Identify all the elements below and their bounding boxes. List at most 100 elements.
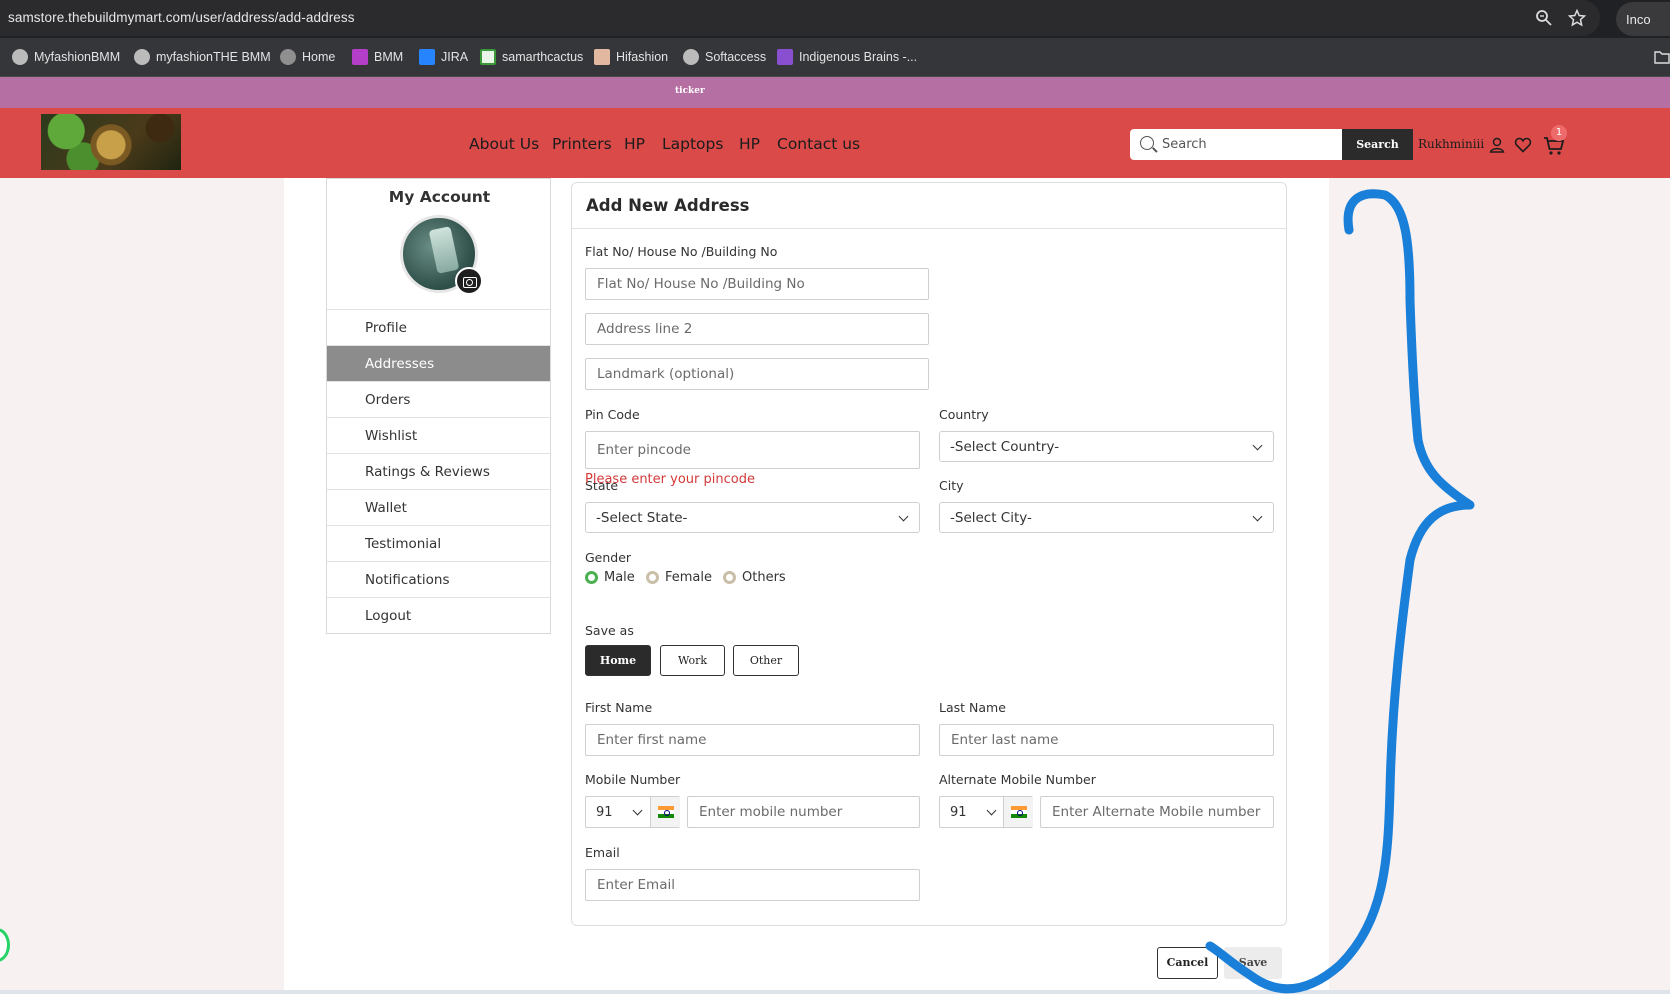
landmark-input[interactable]: Landmark (optional) (585, 358, 929, 390)
search-input[interactable]: Search (1130, 129, 1342, 160)
bookmark-item[interactable]: BMM (352, 49, 403, 65)
incognito-badge[interactable]: Inco (1616, 2, 1670, 36)
globe-icon (12, 49, 28, 65)
state-value: -Select State- (596, 510, 688, 526)
nav-hp-2[interactable]: HP (739, 135, 760, 153)
bookmark-item[interactable]: Softaccess (683, 49, 766, 65)
gender-female-radio[interactable]: Female (646, 570, 712, 585)
pincode-error: Please enter your pincode (585, 472, 755, 487)
country-code-value: 91 (596, 805, 613, 820)
sidebar-item-addresses[interactable]: Addresses (327, 345, 550, 381)
sidebar-item-orders[interactable]: Orders (327, 381, 550, 417)
country-code-value: 91 (950, 805, 967, 820)
folder-icon[interactable] (1654, 50, 1670, 64)
bookmark-star-icon[interactable] (1568, 9, 1586, 27)
account-sidebar: My Account Profile Addresses Orders Wish… (326, 178, 551, 634)
search-placeholder: Search (1162, 137, 1207, 152)
save-as-work-button[interactable]: Work (660, 645, 725, 676)
sidebar-item-wishlist[interactable]: Wishlist (327, 417, 550, 453)
ticker-text: ticker (675, 86, 705, 96)
jira-favicon-icon (419, 49, 435, 65)
ticker-bar: ticker (0, 77, 1670, 108)
bookmark-item[interactable]: Indigenous Brains -... (777, 49, 917, 65)
pincode-input[interactable]: Enter pincode (585, 431, 920, 469)
divider (572, 228, 1286, 229)
cancel-button[interactable]: Cancel (1157, 947, 1218, 979)
site-logo[interactable] (41, 114, 181, 170)
bookmark-item[interactable]: Hifashion (594, 49, 668, 65)
radio-unchecked-icon (723, 571, 736, 584)
save-as-home-button[interactable]: Home (585, 645, 651, 676)
country-select[interactable]: -Select Country- (939, 431, 1274, 462)
chevron-down-icon (632, 805, 643, 816)
search-button[interactable]: Search (1342, 129, 1413, 160)
sidebar-item-testimonial[interactable]: Testimonial (327, 525, 550, 561)
gender-others-radio[interactable]: Others (723, 570, 786, 585)
pincode-label: Pin Code (585, 407, 640, 422)
incognito-label: Inco (1626, 12, 1651, 27)
globe-icon (683, 49, 699, 65)
bookmark-item[interactable]: JIRA (419, 49, 468, 65)
first-name-input[interactable]: Enter first name (585, 724, 920, 756)
heart-icon[interactable] (1514, 136, 1532, 154)
flat-label: Flat No/ House No /Building No (585, 244, 778, 259)
chevron-down-icon (1252, 511, 1263, 522)
mobile-input[interactable]: Enter mobile number (687, 796, 920, 828)
username-label[interactable]: Rukhminiii (1418, 137, 1484, 151)
address-bar[interactable]: samstore.thebuildmymart.com/user/address… (0, 0, 1600, 36)
sidebar-title: My Account (388, 188, 491, 206)
user-icon[interactable] (1488, 136, 1506, 154)
globe-icon (134, 49, 150, 65)
last-name-label: Last Name (939, 700, 1006, 715)
sidebar-item-wallet[interactable]: Wallet (327, 489, 550, 525)
address-line2-input[interactable]: Address line 2 (585, 313, 929, 345)
sidebar-item-logout[interactable]: Logout (327, 597, 550, 633)
bookmarks-bar: MyfashionBMM myfashionTHE BMM Home BMM J… (0, 38, 1670, 77)
country-value: -Select Country- (950, 439, 1060, 455)
zoom-icon[interactable] (1535, 9, 1553, 27)
bookmark-item[interactable]: Home (280, 49, 335, 65)
sidebar-item-notifications[interactable]: Notifications (327, 561, 550, 597)
email-input[interactable]: Enter Email (585, 869, 920, 901)
alt-mobile-label: Alternate Mobile Number (939, 772, 1096, 787)
gender-male-radio[interactable]: Male (585, 570, 635, 585)
flat-input[interactable]: Flat No/ House No /Building No (585, 268, 929, 300)
city-value: -Select City- (950, 510, 1032, 526)
mobile-country-code-select[interactable]: 91 (585, 796, 680, 828)
chevron-down-icon (1252, 440, 1263, 451)
city-select[interactable]: -Select City- (939, 502, 1274, 533)
hifashion-favicon-icon (594, 49, 610, 65)
sidebar-item-profile[interactable]: Profile (327, 309, 550, 345)
nav-hp[interactable]: HP (624, 135, 645, 153)
bookmark-item[interactable]: samarthcactus (480, 49, 583, 65)
camera-icon[interactable] (455, 267, 483, 295)
alt-mobile-input[interactable]: Enter Alternate Mobile number (1040, 796, 1274, 828)
browser-toolbar: samstore.thebuildmymart.com/user/address… (0, 0, 1670, 38)
nav-contact-us[interactable]: Contact us (777, 135, 860, 153)
site-header: About Us Printers HP Laptops HP Contact … (0, 108, 1670, 178)
sidebar-item-ratings-reviews[interactable]: Ratings & Reviews (327, 453, 550, 489)
alt-mobile-country-code-select[interactable]: 91 (939, 796, 1033, 828)
nav-about-us[interactable]: About Us (469, 135, 539, 153)
search-icon (1140, 136, 1154, 150)
save-as-label: Save as (585, 623, 634, 638)
nav-laptops[interactable]: Laptops (662, 135, 723, 153)
cart-count-badge: 1 (1551, 125, 1567, 141)
radio-checked-icon (585, 571, 598, 584)
bookmark-item[interactable]: myfashionTHE BMM (134, 49, 271, 65)
nav-printers[interactable]: Printers (552, 135, 612, 153)
horizontal-scrollbar[interactable] (0, 990, 1670, 994)
city-label: City (939, 478, 964, 493)
email-label: Email (585, 845, 620, 860)
mobile-label: Mobile Number (585, 772, 681, 787)
country-label: Country (939, 407, 989, 422)
save-as-other-button[interactable]: Other (733, 645, 799, 676)
last-name-input[interactable]: Enter last name (939, 724, 1274, 756)
first-name-label: First Name (585, 700, 653, 715)
india-flag-icon (650, 797, 680, 827)
save-button[interactable]: Save (1224, 947, 1282, 979)
state-select[interactable]: -Select State- (585, 502, 920, 533)
india-flag-icon (1003, 797, 1033, 827)
url-text[interactable]: samstore.thebuildmymart.com/user/address… (8, 10, 355, 25)
bookmark-item[interactable]: MyfashionBMM (12, 49, 120, 65)
